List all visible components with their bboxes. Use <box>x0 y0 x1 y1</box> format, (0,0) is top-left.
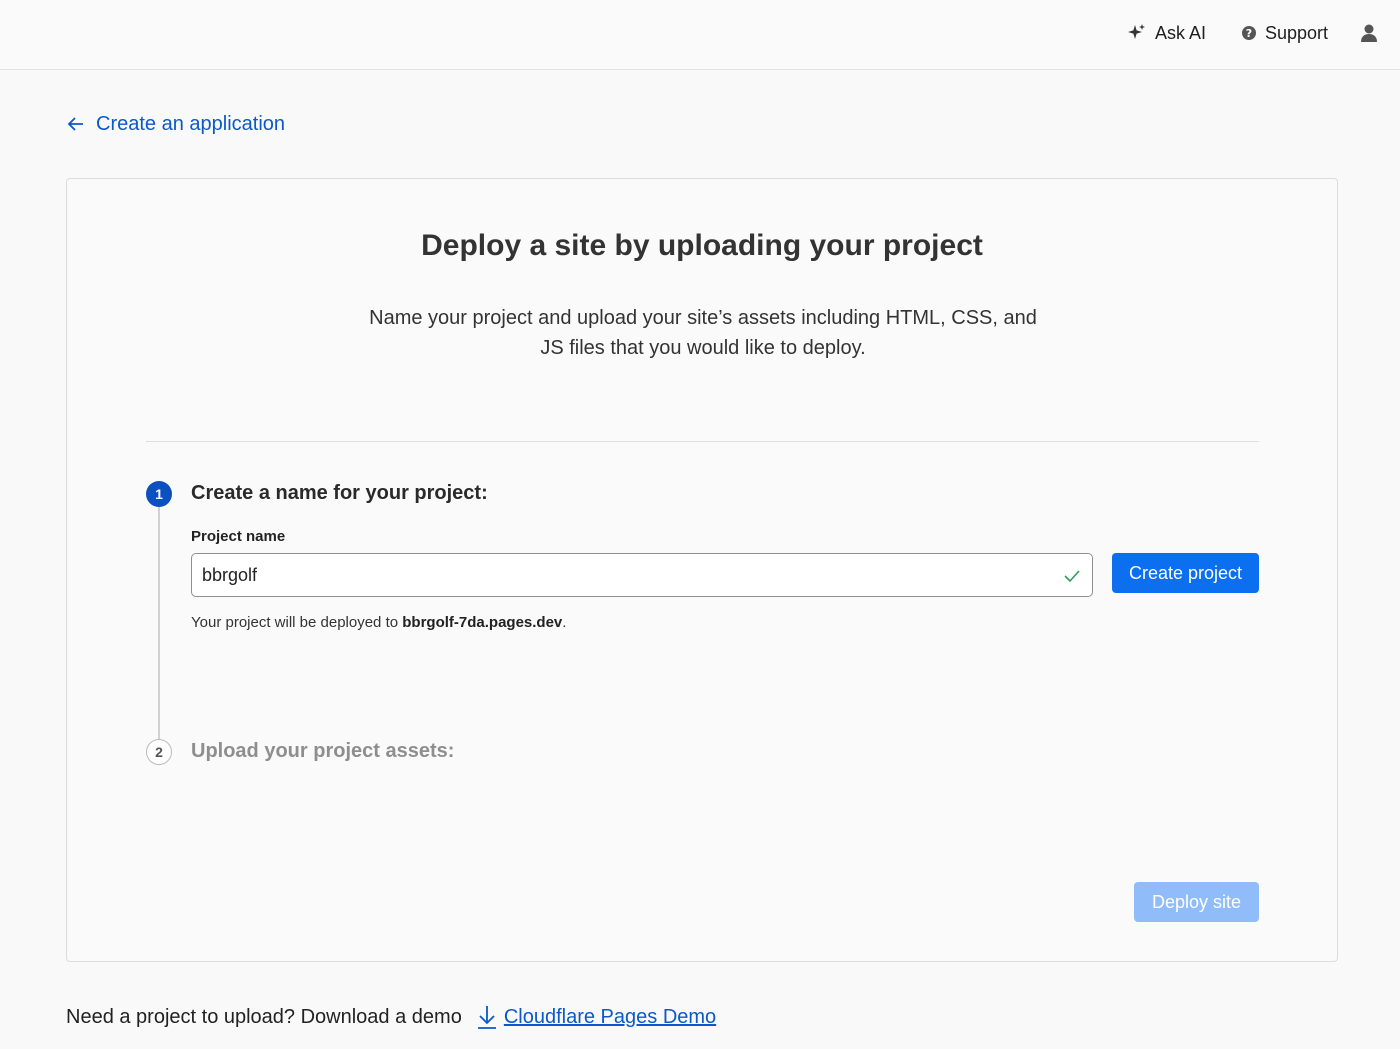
step-1-title: Create a name for your project: <box>191 482 488 504</box>
deploy-note-suffix: . <box>562 614 567 631</box>
help-icon: ? <box>1242 26 1256 40</box>
deploy-note-prefix: Your project will be deployed to <box>191 614 403 631</box>
sparkle-icon <box>1128 24 1145 39</box>
ask-ai-button[interactable]: Ask AI <box>1127 20 1206 46</box>
support-button[interactable]: ? Support <box>1241 20 1328 46</box>
support-label: Support <box>1265 22 1329 43</box>
demo-prompt: Need a project to upload? Download a dem… <box>66 1005 462 1028</box>
page-description: Name your project and upload your site’s… <box>369 307 1037 359</box>
project-name-label: Project name <box>191 528 286 545</box>
step-2-title: Upload your project assets: <box>191 740 455 762</box>
upload-card: Deploy a site by uploading your project … <box>66 178 1338 962</box>
demo-download-row: Need a project to upload? Download a dem… <box>66 1003 716 1031</box>
svg-text:?: ? <box>1246 27 1252 40</box>
checkmark-icon <box>1064 570 1080 583</box>
ask-ai-label: Ask AI <box>1155 22 1207 43</box>
step-2-indicator: 2 <box>146 739 172 765</box>
deploy-url-note: Your project will be deployed to bbrgolf… <box>191 614 566 631</box>
demo-link-label: Cloudflare Pages Demo <box>503 1005 717 1028</box>
user-icon <box>1361 24 1377 42</box>
page-title: Deploy a site by uploading your project <box>421 229 983 262</box>
download-icon <box>477 1006 496 1029</box>
back-link-label: Create an application <box>96 112 286 135</box>
divider <box>146 441 1259 442</box>
project-name-input[interactable] <box>192 554 1052 596</box>
user-menu-button[interactable] <box>1359 20 1379 46</box>
arrow-left-icon <box>67 117 83 131</box>
back-link[interactable]: Create an application <box>66 110 285 138</box>
step-1-indicator: 1 <box>146 481 172 507</box>
step-connector <box>158 505 160 741</box>
deploy-domain: bbrgolf-7da.pages.dev <box>402 614 563 631</box>
project-name-field <box>191 553 1093 597</box>
create-project-button[interactable]: Create project <box>1112 553 1259 593</box>
deploy-site-button[interactable]: Deploy site <box>1134 882 1259 922</box>
top-bar: Ask AI ? Support <box>0 0 1400 70</box>
demo-download-link[interactable]: Cloudflare Pages Demo <box>476 1004 716 1030</box>
